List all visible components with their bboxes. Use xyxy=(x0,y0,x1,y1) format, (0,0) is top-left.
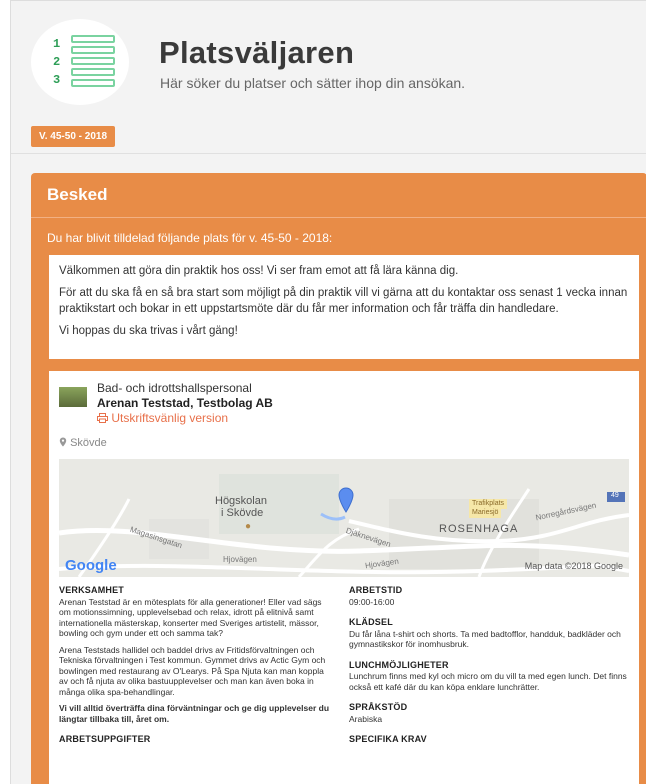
page-subtitle: Här söker du platser och sätter ihop din… xyxy=(160,75,466,91)
details-right-column: ARBETSTID 09:00-16:00 KLÄDSEL Du får lån… xyxy=(349,585,631,755)
university-marker-icon: ● xyxy=(245,521,252,532)
logo-list-line xyxy=(71,79,115,87)
detail-section: SPRÅKSTÖD Arabiska xyxy=(349,702,631,724)
app-logo: 1 2 3 xyxy=(31,19,129,105)
logo-list-line xyxy=(71,35,115,43)
detail-heading: VERKSAMHET xyxy=(59,585,125,595)
detail-section: ARBETSTID 09:00-16:00 xyxy=(349,585,631,607)
detail-text: Vi vill alltid överträffa dina förväntni… xyxy=(59,703,330,724)
location: Skövde xyxy=(59,437,107,449)
detail-section: KLÄDSEL Du får låna t-shirt och shorts. … xyxy=(349,617,631,650)
divider xyxy=(11,153,646,154)
welcome-message: Välkommen att göra din praktik hos oss! … xyxy=(49,255,639,359)
detail-heading: ARBETSTID xyxy=(349,585,403,595)
details-left-column: VERKSAMHET Arenan Teststad är en mötespl… xyxy=(59,585,335,755)
logo-number-2: 2 xyxy=(53,55,61,69)
detail-text: Du får låna t-shirt och shorts. Ta med b… xyxy=(349,628,621,650)
page-title: Platsväljaren xyxy=(159,35,355,70)
detail-section: LUNCHMÖJLIGHETER Lunchrum finns med kyl … xyxy=(349,660,631,693)
detail-section: VERKSAMHET Arenan Teststad är en mötespl… xyxy=(59,585,335,724)
detail-heading: SPECIFIKA KRAV xyxy=(349,734,427,744)
welcome-paragraph: För att du ska få en så bra start som mö… xyxy=(59,287,628,315)
print-link-label: Utskriftsvänlig version xyxy=(111,411,229,425)
detail-heading: LUNCHMÖJLIGHETER xyxy=(349,659,449,670)
detail-heading: SPRÅKSTÖD xyxy=(349,702,408,712)
print-link[interactable]: Utskriftsvänlig version xyxy=(97,411,228,425)
map-label: ROSENHAGA xyxy=(439,523,519,535)
employer-name: Arenan Teststad, Testbolag AB xyxy=(97,396,273,410)
app-frame: 1 2 3 Platsväljaren Här söker du platser… xyxy=(10,0,646,784)
detail-text: 09:00-16:00 xyxy=(349,596,395,607)
panel-intro: Du har blivit tilldelad följande plats f… xyxy=(47,231,333,245)
detail-text: Lunchrum finns med kyl och micro om du v… xyxy=(349,671,627,692)
detail-text: Arabiska xyxy=(349,713,383,724)
panel-title: Besked xyxy=(47,185,108,204)
logo-list-line xyxy=(71,46,115,54)
panel-divider xyxy=(31,217,646,218)
detail-text: Arenan Teststad är en mötesplats för all… xyxy=(59,596,322,639)
map-marker-icon[interactable] xyxy=(338,487,354,513)
week-badge[interactable]: V. 45-50 - 2018 xyxy=(31,126,116,147)
detail-section: ARBETSUPPGIFTER xyxy=(59,734,335,745)
location-map[interactable]: Högskolan i Skövde ● Magasinsgatan Trafi… xyxy=(59,459,629,577)
job-type: Bad- och idrottshallspersonal xyxy=(97,381,252,395)
workplace-thumbnail xyxy=(59,387,87,407)
map-label: Högskolan xyxy=(215,495,267,507)
map-label: i Skövde xyxy=(221,507,264,519)
page-header: 1 2 3 Platsväljaren Här söker du platser… xyxy=(11,1,646,113)
placement-card: Bad- och idrottshallspersonal Arenan Tes… xyxy=(49,371,639,784)
logo-number-3: 3 xyxy=(53,73,61,87)
detail-section: SPECIFIKA KRAV xyxy=(349,734,631,745)
map-label: Mariesjö xyxy=(469,508,502,518)
detail-text: Arena Teststads hallidel och baddel driv… xyxy=(59,644,326,697)
map-attribution[interactable]: Map data ©2018 Google xyxy=(525,561,623,571)
detail-heading: ARBETSUPPGIFTER xyxy=(59,734,151,744)
logo-list-line xyxy=(71,57,115,65)
welcome-paragraph: Vi hoppas du ska trivas i vårt gäng! xyxy=(59,325,238,337)
map-pin-icon xyxy=(59,437,67,447)
detail-heading: KLÄDSEL xyxy=(349,617,393,627)
location-label: Skövde xyxy=(70,437,107,449)
logo-list-line xyxy=(71,68,115,76)
welcome-paragraph: Välkommen att göra din praktik hos oss! … xyxy=(59,265,459,277)
google-logo: Google xyxy=(65,557,117,574)
decision-panel: Besked Du har blivit tilldelad följande … xyxy=(31,173,646,784)
logo-number-1: 1 xyxy=(53,37,61,51)
printer-icon xyxy=(97,413,108,423)
map-label: Hjovägen xyxy=(223,555,257,564)
map-label: 49 xyxy=(611,492,619,499)
